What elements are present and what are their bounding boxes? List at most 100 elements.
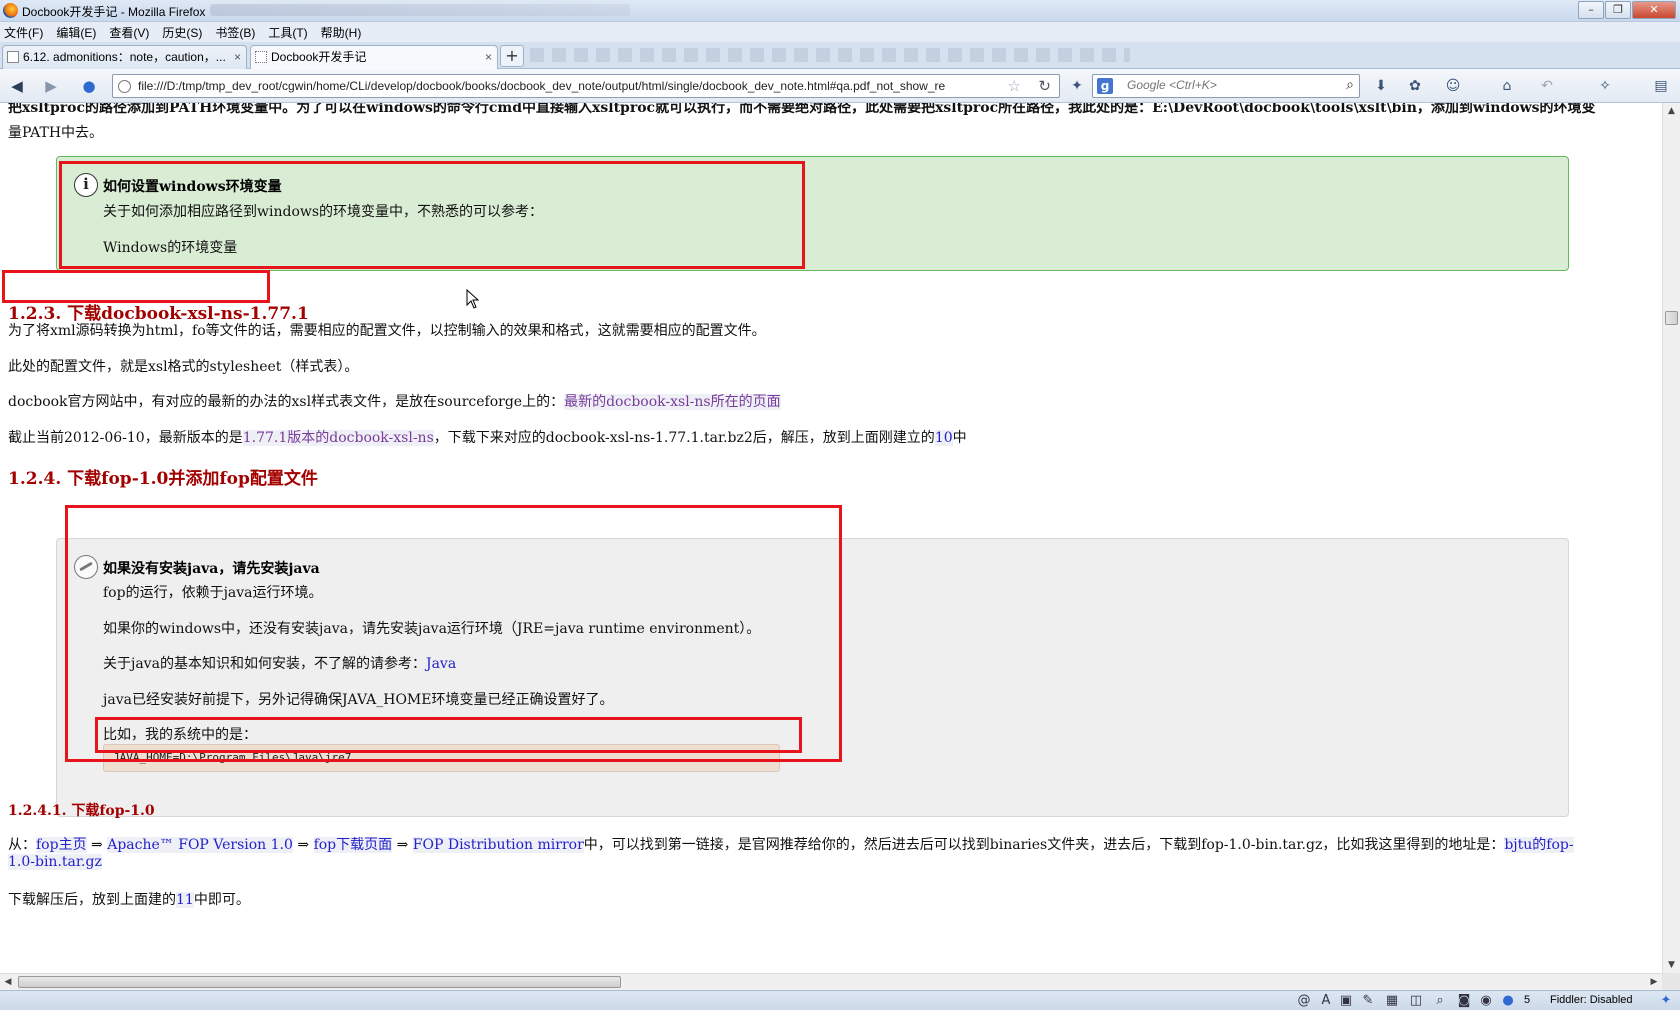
- paragraph: docbook官方网站中，有对应的最新的办法的xsl样式表文件，是放在sourc…: [8, 391, 781, 411]
- scroll-left-icon[interactable]: ◀: [0, 974, 16, 990]
- record-icon[interactable]: ◉: [1478, 993, 1494, 1009]
- fop-home-link[interactable]: fop主页: [36, 837, 87, 853]
- title-bar: Docbook开发手记 - Mozilla Firefox – ❐ ✕: [0, 0, 1680, 22]
- search-icon[interactable]: ⌕: [1346, 77, 1354, 93]
- paragraph: 把xsltproc的路径添加到PATH环境变量中。为了可以在windows的命令…: [8, 103, 1596, 117]
- at-icon[interactable]: @: [1296, 993, 1312, 1009]
- history-globe-icon[interactable]: ●: [78, 75, 100, 97]
- info-icon: i: [74, 173, 98, 197]
- brush-icon[interactable]: ✎: [1360, 993, 1376, 1009]
- paragraph-text: 截止当前2012-06-10，最新版本的是: [8, 430, 243, 446]
- fiddler-status[interactable]: Fiddler: Disabled: [1550, 994, 1633, 1006]
- fop-download-link[interactable]: fop下载页面: [313, 837, 393, 853]
- menu-view[interactable]: 查看(V): [109, 24, 149, 41]
- tip-title: 如何设置windows环境变量: [103, 179, 282, 195]
- tab-docbook[interactable]: Docbook开发手记 ×: [250, 45, 498, 69]
- page-favicon-icon: [255, 51, 267, 63]
- menu-edit[interactable]: 编辑(E): [56, 24, 96, 41]
- caution-line: 如果你的windows中，还没有安装java，请先安装java运行环境（JRE=…: [103, 621, 761, 637]
- bookmark-star-icon[interactable]: ☆: [1008, 77, 1021, 95]
- scroll-right-icon[interactable]: ▶: [1646, 974, 1662, 990]
- paragraph-text: ，下载下来对应的docbook-xsl-ns-1.77.1.tar.bz2后，解…: [433, 430, 935, 446]
- home-icon[interactable]: ⌂: [1498, 77, 1516, 95]
- new-tab-button[interactable]: +: [500, 45, 524, 67]
- undo-icon[interactable]: ↶: [1538, 77, 1556, 95]
- bjtu-fop-link[interactable]: 1.0-bin.tar.gz: [8, 854, 102, 870]
- paragraph-text: docbook官方网站中，有对应的最新的办法的xsl样式表文件，是放在sourc…: [8, 394, 565, 410]
- scroll-down-icon[interactable]: ▼: [1663, 957, 1680, 973]
- xsl-ns-page-link[interactable]: 最新的docbook-xsl-ns所在的页面: [564, 394, 781, 410]
- scrollbar-thumb[interactable]: [18, 976, 621, 988]
- tab-label: 6.12. admonitions：note，caution，...: [23, 50, 226, 64]
- addon-icon[interactable]: ●: [1500, 993, 1516, 1009]
- caution-title: 如果没有安装java，请先安装java: [103, 561, 320, 577]
- ref-link[interactable]: 11: [176, 892, 194, 908]
- windows-env-link[interactable]: Windows的环境变量: [103, 237, 237, 257]
- tab-admonitions[interactable]: 6.12. admonitions：note，caution，... ×: [2, 45, 247, 69]
- paragraph-text: 中即可。: [193, 892, 250, 908]
- page-info-icon[interactable]: [118, 80, 131, 93]
- fop-version-link[interactable]: Apache™ FOP Version 1.0: [107, 837, 293, 853]
- scrollbar-thumb[interactable]: [1665, 311, 1678, 325]
- close-tab-icon[interactable]: ×: [485, 46, 492, 68]
- caution-icon: [74, 555, 98, 579]
- xsl-ns-version-link[interactable]: 1.77.1版本的docbook-xsl-ns: [242, 430, 434, 446]
- page-icon[interactable]: ▣: [1338, 993, 1354, 1009]
- page-favicon-icon: [7, 51, 19, 63]
- minimize-button[interactable]: –: [1578, 1, 1604, 19]
- url-text[interactable]: file:///D:/tmp/tmp_dev_root/cgwin/home/C…: [138, 79, 988, 93]
- paragraph-text: 下载解压后，放到上面建的: [8, 892, 176, 908]
- paragraph-text: 中: [952, 430, 967, 446]
- navigation-bar: ◀ ▶ ● file:///D:/tmp/tmp_dev_root/cgwin/…: [0, 69, 1680, 103]
- fop-mirror-link[interactable]: FOP Distribution mirror: [412, 837, 584, 853]
- java-link[interactable]: Java: [426, 656, 456, 672]
- horizontal-scrollbar[interactable]: ◀ ▶: [0, 973, 1662, 990]
- menu-tools[interactable]: 工具(T): [268, 24, 307, 41]
- paragraph-text: 中，可以找到第一链接，是官网推荐给你的，然后进去后可以找到binaries文件夹…: [583, 837, 1505, 853]
- menu-help[interactable]: 帮助(H): [321, 24, 362, 41]
- paragraph: 从：fop主页 ⇒ Apache™ FOP Version 1.0 ⇒ fop下…: [8, 834, 1574, 854]
- firefox-icon: [3, 3, 18, 18]
- ref-link[interactable]: 10: [934, 430, 953, 446]
- scroll-up-icon[interactable]: ▲: [1663, 103, 1680, 119]
- maximize-button[interactable]: ❐: [1605, 1, 1631, 19]
- back-arrow-icon[interactable]: ◀: [6, 75, 28, 97]
- section-heading: 1.2.4. 下载fop-1.0并添加fop配置文件: [8, 469, 318, 489]
- reload-icon[interactable]: ↻: [1038, 77, 1051, 95]
- close-window-button[interactable]: ✕: [1632, 1, 1676, 19]
- menu-bookmarks[interactable]: 书签(B): [215, 24, 255, 41]
- menu-icon[interactable]: ▤: [1652, 77, 1670, 95]
- bjtu-fop-link[interactable]: bjtu的fop-: [1504, 837, 1574, 853]
- forward-arrow-icon[interactable]: ▶: [40, 75, 62, 97]
- menu-history[interactable]: 历史(S): [162, 24, 202, 41]
- bird-icon[interactable]: ✦: [1658, 993, 1674, 1009]
- search-bar[interactable]: g ⌕: [1092, 74, 1360, 98]
- paragraph: 截止当前2012-06-10，最新版本的是1.77.1版本的docbook-xs…: [8, 427, 967, 447]
- window-title: Docbook开发手记 - Mozilla Firefox: [22, 5, 206, 19]
- menu-file[interactable]: 文件(F): [4, 24, 43, 41]
- font-icon[interactable]: A: [1318, 993, 1334, 1009]
- addon-icon[interactable]: ✧: [1596, 77, 1614, 95]
- chart-icon[interactable]: ▦: [1384, 993, 1400, 1009]
- paragraph: 为了将xml源码转换为html，fo等文件的话，需要相应的配置文件，以控制输入的…: [8, 323, 766, 339]
- paragraph: 1.0-bin.tar.gz: [8, 854, 102, 870]
- arrow-text: ⇒: [392, 837, 413, 853]
- paragraph-text: 把xsltproc的路径添加到PATH环境变量中。为了可以在windows的命令…: [8, 103, 1596, 116]
- addon-icon[interactable]: ✦: [1068, 77, 1086, 95]
- download-icon[interactable]: ⬇: [1372, 77, 1390, 95]
- paragraph: 下载解压后，放到上面建的11中即可。: [8, 889, 250, 909]
- window-icon[interactable]: ◫: [1408, 993, 1424, 1009]
- smiley-icon[interactable]: ☺: [1444, 77, 1462, 95]
- caution-admonition: [56, 538, 1569, 817]
- vertical-scrollbar[interactable]: ▲ ▼: [1662, 103, 1680, 973]
- google-engine-icon[interactable]: g: [1097, 78, 1113, 94]
- zoom-icon[interactable]: ⌕: [1432, 993, 1448, 1009]
- screenshot-icon[interactable]: ◙: [1456, 993, 1472, 1009]
- status-bar: @ A ▣ ✎ ▦ ◫ ⌕ ◙ ◉ ● 5 Fiddler: Disabled …: [0, 990, 1680, 1010]
- addon-icon[interactable]: ✿: [1406, 77, 1424, 95]
- url-bar[interactable]: file:///D:/tmp/tmp_dev_root/cgwin/home/C…: [112, 74, 1060, 98]
- close-tab-icon[interactable]: ×: [234, 46, 241, 68]
- search-input[interactable]: [1127, 78, 1327, 92]
- status-count: 5: [1524, 994, 1531, 1006]
- code-block: JAVA_HOME=D:\Program Files\Java\jre7: [103, 744, 780, 772]
